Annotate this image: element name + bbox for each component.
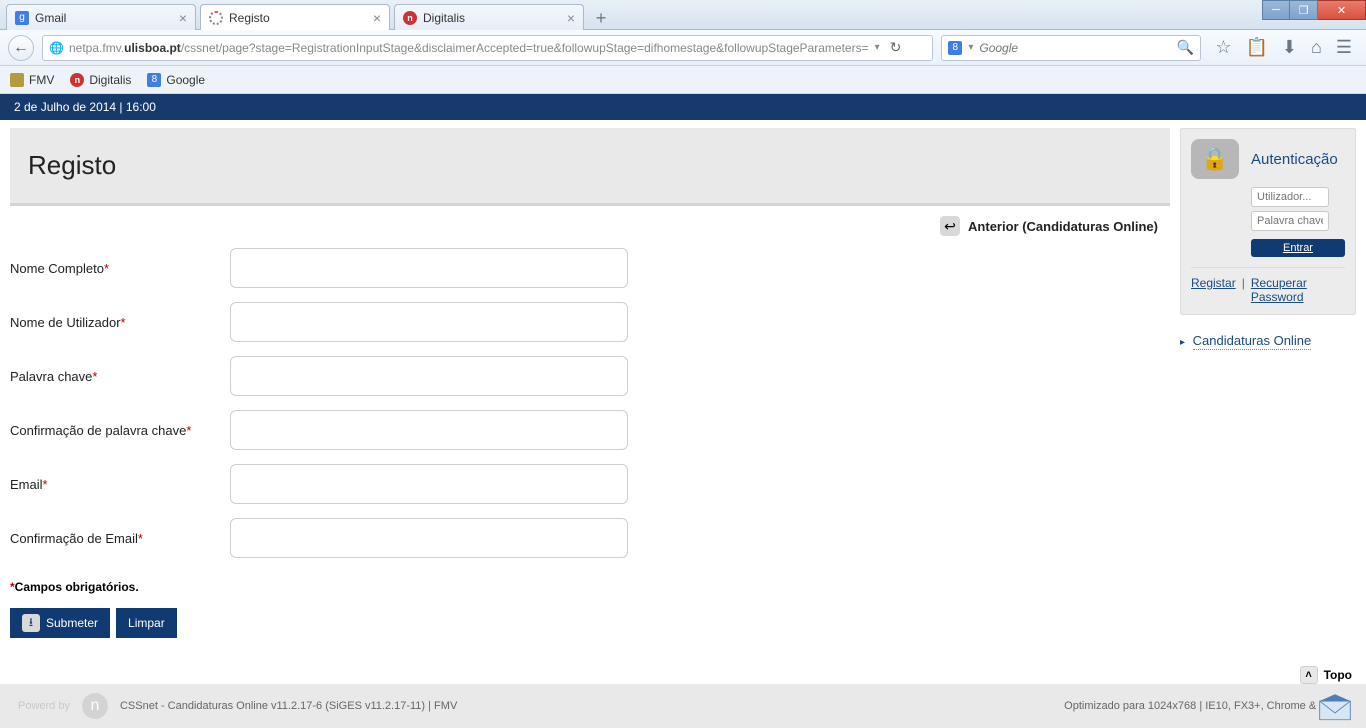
label-pass: Palavra chave* [10, 369, 230, 384]
input-email2[interactable] [230, 518, 628, 558]
page-topbar: 2 de Julho de 2014 | 16:00 [0, 94, 1366, 120]
nav-toolbar: ← 🌐 netpa.fmv.ulisboa.pt/cssnet/page?sta… [0, 30, 1366, 66]
lock-icon: 🔒 [1191, 139, 1239, 179]
input-pass2[interactable] [230, 410, 628, 450]
label-email: Email* [10, 477, 230, 492]
entrar-button[interactable]: Entrar [1251, 239, 1345, 257]
window-controls: ─ ❐ ✕ [1262, 0, 1366, 20]
minimize-button[interactable]: ─ [1262, 0, 1290, 20]
browser-back-button[interactable]: ← [8, 35, 34, 61]
page-header: Registo [10, 128, 1170, 206]
bookmark-star-icon[interactable]: ☆ [1215, 37, 1231, 58]
menu-icon[interactable]: ☰ [1336, 37, 1352, 58]
mandatory-note: *Campos obrigatórios. [10, 580, 1170, 594]
mail-icon[interactable] [1318, 692, 1352, 722]
toolbar-icons: ☆ 📋 ⬇ ⌂ ☰ [1209, 37, 1358, 58]
loading-icon [209, 11, 223, 25]
candidaturas-link-row: ▸ Candidaturas Online [1180, 333, 1356, 348]
chevron-down-icon[interactable]: ▾ [968, 42, 973, 53]
auth-pass-input[interactable] [1251, 211, 1329, 231]
footer-text: CSSnet - Candidaturas Online v11.2.17-6 … [120, 700, 457, 712]
tab-label: Gmail [35, 11, 66, 25]
auth-box: 🔒 Autenticação Entrar Registar | Recuper… [1180, 128, 1356, 315]
url-bar[interactable]: 🌐 netpa.fmv.ulisboa.pt/cssnet/page?stage… [42, 35, 933, 61]
recuperar-link[interactable]: Recuperar Password [1251, 276, 1345, 304]
new-tab-button[interactable]: + [588, 6, 614, 30]
bookmark-fmv[interactable]: FMV [10, 73, 54, 87]
submit-icon: ⭳ [22, 614, 40, 632]
digitalis-logo-icon: n [82, 693, 108, 719]
google-icon: 8 [948, 41, 962, 55]
label-user: Nome de Utilizador* [10, 315, 230, 330]
label-email2: Confirmação de Email* [10, 531, 230, 546]
input-nome[interactable] [230, 248, 628, 288]
bookmarks-bar: FMV nDigitalis 8Google [0, 66, 1366, 94]
digitalis-icon: n [70, 73, 84, 87]
downloads-icon[interactable]: ⬇ [1282, 37, 1297, 58]
tab-strip: g Gmail × Registo × n Digitalis × + [0, 0, 614, 30]
home-icon[interactable]: ⌂ [1311, 37, 1322, 58]
clear-button[interactable]: Limpar [116, 608, 177, 638]
back-to-top[interactable]: ˄ Topo [1300, 666, 1352, 684]
digitalis-icon: n [403, 11, 417, 25]
search-icon[interactable]: 🔍 [1177, 39, 1194, 56]
globe-icon: 🌐 [49, 41, 63, 55]
bookmark-digitalis[interactable]: nDigitalis [70, 73, 131, 87]
auth-user-input[interactable] [1251, 187, 1329, 207]
clipboard-icon[interactable]: 📋 [1245, 37, 1267, 58]
page-footer: Powerd by n CSSnet - Candidaturas Online… [0, 684, 1366, 728]
google-icon: g [15, 11, 29, 25]
back-arrow-icon[interactable]: ↩ [940, 216, 960, 236]
candidaturas-link[interactable]: Candidaturas Online [1193, 333, 1312, 350]
input-pass[interactable] [230, 356, 628, 396]
maximize-button[interactable]: ❐ [1290, 0, 1318, 20]
browser-search-bar[interactable]: 8 ▾ 🔍 [941, 35, 1201, 61]
label-nome: Nome Completo* [10, 261, 230, 276]
tab-label: Digitalis [423, 11, 465, 25]
google-icon: 8 [147, 73, 161, 87]
auth-title: Autenticação [1251, 151, 1338, 168]
chevron-up-icon: ˄ [1300, 666, 1318, 684]
input-user[interactable] [230, 302, 628, 342]
close-icon[interactable]: × [373, 10, 381, 26]
datetime-text: 2 de Julho de 2014 | 16:00 [14, 100, 156, 114]
tab-label: Registo [229, 11, 270, 25]
submit-button[interactable]: ⭳ Submeter [10, 608, 110, 638]
registar-link[interactable]: Registar [1191, 276, 1236, 304]
reload-icon[interactable]: ↻ [886, 39, 906, 56]
search-input[interactable] [979, 41, 1171, 55]
tab-registo[interactable]: Registo × [200, 4, 390, 30]
footer-opt: Optimizado para 1024x768 | IE10, FX3+, C… [1064, 700, 1348, 712]
page-title: Registo [28, 150, 116, 181]
close-icon[interactable]: × [179, 10, 187, 26]
powered-by: Powerd by [18, 700, 70, 712]
fmv-icon [10, 73, 24, 87]
window-titlebar: g Gmail × Registo × n Digitalis × + ─ ❐ … [0, 0, 1366, 30]
label-pass2: Confirmação de palavra chave* [10, 423, 230, 438]
tab-gmail[interactable]: g Gmail × [6, 4, 196, 30]
url-text: netpa.fmv.ulisboa.pt/cssnet/page?stage=R… [69, 41, 869, 55]
input-email[interactable] [230, 464, 628, 504]
close-window-button[interactable]: ✕ [1318, 0, 1366, 20]
bookmark-google[interactable]: 8Google [147, 73, 205, 87]
registration-form: Nome Completo* Nome de Utilizador* Palav… [10, 236, 1170, 558]
close-icon[interactable]: × [567, 10, 575, 26]
dropdown-icon[interactable]: ▾ [875, 42, 880, 53]
back-link[interactable]: Anterior (Candidaturas Online) [968, 219, 1158, 234]
tab-digitalis[interactable]: n Digitalis × [394, 4, 584, 30]
triangle-icon: ▸ [1180, 337, 1185, 348]
